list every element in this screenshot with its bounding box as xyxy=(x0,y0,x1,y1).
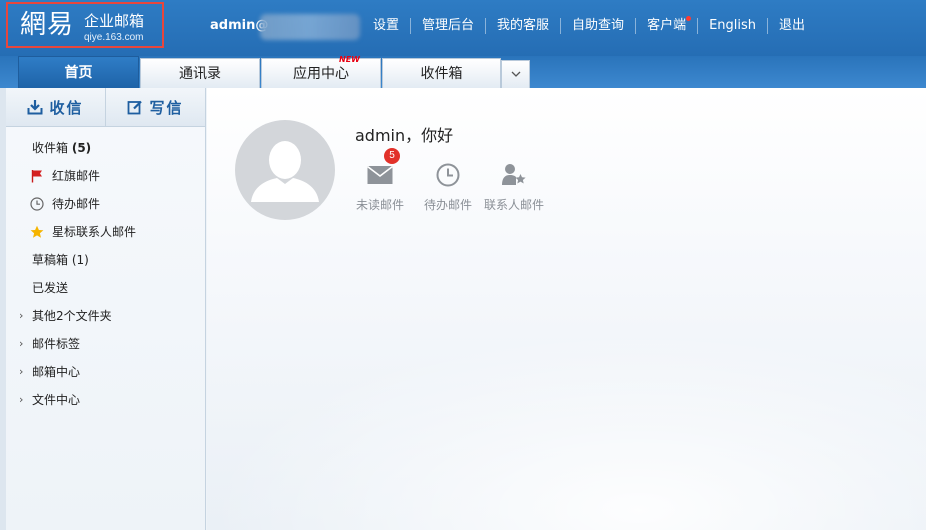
folder-list: 收件箱 (5) 红旗邮件 待办邮件 星标联系人邮件 草稿箱 (1) 已发送 › … xyxy=(6,134,205,414)
contact-star-icon xyxy=(502,164,526,185)
folder-inbox[interactable]: 收件箱 (5) xyxy=(6,134,205,162)
folder-sent[interactable]: 已发送 xyxy=(6,274,205,302)
tab-more-button[interactable] xyxy=(501,60,530,88)
chevron-down-icon xyxy=(511,71,520,77)
folder-mailbox-center[interactable]: › 邮箱中心 xyxy=(6,358,205,386)
star-icon xyxy=(30,225,44,238)
settings-link[interactable]: 设置 xyxy=(362,18,410,34)
logo[interactable]: 網易 企业邮箱 qiye.163.com xyxy=(6,2,164,48)
folder-starred-contacts[interactable]: 星标联系人邮件 xyxy=(6,218,205,246)
user-silhouette-icon xyxy=(251,141,319,202)
red-flag-icon xyxy=(31,170,42,183)
contact-mail-icon-wrap xyxy=(481,160,547,190)
download-icon xyxy=(27,100,43,115)
logout-link[interactable]: 退出 xyxy=(767,18,816,34)
tab-contacts[interactable]: 通讯录 xyxy=(140,58,260,88)
envelope-icon xyxy=(367,165,393,184)
contact-mail-shortcut[interactable]: 联系人邮件 xyxy=(481,160,547,213)
todo-mail-icon-wrap xyxy=(415,160,481,190)
folder-mail-tags[interactable]: › 邮件标签 xyxy=(6,330,205,358)
admin-console-link[interactable]: 管理后台 xyxy=(410,18,485,34)
sidebar: 收信 写信 收件箱 (5) 红旗邮件 待办邮件 星标联系人邮件 草稿箱 (1) … xyxy=(6,88,206,530)
folder-todo-label: 待办邮件 xyxy=(52,197,101,211)
chevron-right-icon: › xyxy=(19,309,24,322)
contact-mail-label: 联系人邮件 xyxy=(483,198,544,212)
receive-mail-button[interactable]: 收信 xyxy=(6,88,105,126)
tab-home[interactable]: 首页 xyxy=(18,56,139,88)
folder-other-label: 其他2个文件夹 xyxy=(32,309,112,323)
tab-app-center-label: 应用中心 xyxy=(293,66,349,82)
customer-service-link[interactable]: 我的客服 xyxy=(485,18,560,34)
logo-url: qiye.163.com xyxy=(84,32,144,43)
language-link[interactable]: English xyxy=(697,18,767,34)
folder-mailbox-center-label: 邮箱中心 xyxy=(32,365,81,379)
chevron-right-icon: › xyxy=(19,337,24,350)
unread-mail-shortcut[interactable]: 5 未读邮件 xyxy=(347,148,413,213)
greeting-text: admin，你好 xyxy=(355,126,454,145)
chevron-right-icon: › xyxy=(19,393,24,406)
clock-icon xyxy=(30,197,44,211)
chevron-right-icon: › xyxy=(19,365,24,378)
top-header: 網易 企业邮箱 qiye.163.com admin@ 设置 管理后台 我的客服… xyxy=(0,0,926,56)
compose-label: 写信 xyxy=(149,98,184,117)
tab-bar: 首页 通讯录 应用中心 NEW 收件箱 xyxy=(0,55,926,88)
todo-mail-shortcut[interactable]: 待办邮件 xyxy=(415,160,481,213)
folder-other[interactable]: › 其他2个文件夹 xyxy=(6,302,205,330)
compose-button[interactable]: 写信 xyxy=(105,88,205,126)
folder-starred-label: 星标联系人邮件 xyxy=(52,225,137,239)
folder-todo[interactable]: 待办邮件 xyxy=(6,190,205,218)
redacted-email xyxy=(260,14,360,40)
todo-mail-label: 待办邮件 xyxy=(423,198,472,212)
folder-mail-tags-label: 邮件标签 xyxy=(32,337,81,351)
logo-mark: 網易 xyxy=(20,10,75,40)
client-app-label: 客户端 xyxy=(647,18,687,33)
folder-drafts[interactable]: 草稿箱 (1) xyxy=(6,246,205,274)
inbox-label: 收件箱 xyxy=(32,141,69,155)
folder-file-center[interactable]: › 文件中心 xyxy=(6,386,205,414)
folder-sent-label: 已发送 xyxy=(32,281,69,295)
tab-inbox[interactable]: 收件箱 xyxy=(382,58,501,88)
unread-mail-icon-wrap: 5 xyxy=(347,148,413,190)
edit-icon xyxy=(128,100,143,115)
self-service-query-link[interactable]: 自助查询 xyxy=(560,18,635,34)
unread-count-badge: 5 xyxy=(384,148,400,164)
inbox-unread-count: (5) xyxy=(71,141,92,155)
mail-app: 網易 企业邮箱 qiye.163.com admin@ 设置 管理后台 我的客服… xyxy=(0,0,926,530)
main-panel: admin，你好 5 未读邮件 待办邮件 联系人邮件 xyxy=(207,88,926,530)
compose-bar: 收信 写信 xyxy=(6,88,205,127)
tab-app-center[interactable]: 应用中心 NEW xyxy=(261,55,381,88)
unread-mail-label: 未读邮件 xyxy=(355,198,404,212)
client-app-link[interactable]: 客户端 xyxy=(635,16,697,34)
new-badge: NEW xyxy=(339,55,360,64)
avatar[interactable] xyxy=(235,120,335,220)
folder-drafts-label: 草稿箱 (1) xyxy=(32,253,89,267)
folder-flagged-label: 红旗邮件 xyxy=(52,169,101,183)
logo-title: 企业邮箱 xyxy=(84,12,145,30)
clock-icon xyxy=(436,163,460,187)
receive-mail-label: 收信 xyxy=(49,98,84,117)
folder-inbox-label: 收件箱 (5) xyxy=(32,134,91,162)
folder-flagged[interactable]: 红旗邮件 xyxy=(6,162,205,190)
header-nav: 设置 管理后台 我的客服 自助查询 客户端 English 退出 xyxy=(362,16,816,35)
notification-dot xyxy=(686,16,692,21)
folder-file-center-label: 文件中心 xyxy=(32,393,81,407)
